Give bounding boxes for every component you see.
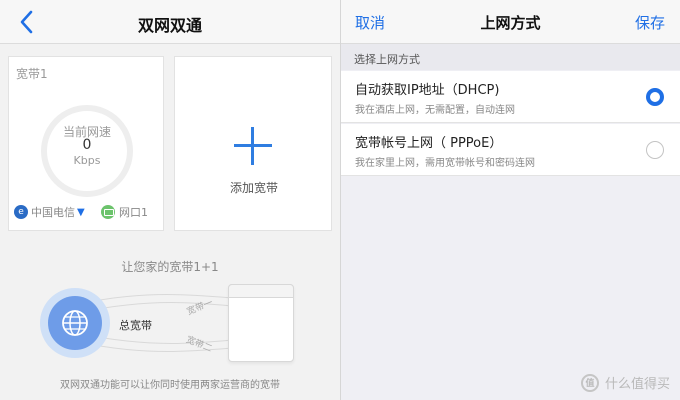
right-empty-area: [341, 177, 680, 400]
option-subtitle: 我在家里上网，需用宽带帐号和密码连网: [355, 158, 535, 169]
watermark-text: 什么值得买: [604, 377, 670, 392]
watermark-badge: 值: [580, 373, 599, 392]
right-nav-bar: 取消 上网方式 保存: [341, 0, 680, 44]
radio-selected-icon[interactable]: [646, 88, 664, 106]
watermark: 值 什么值得买: [580, 373, 670, 392]
connection-mode-title: 上网方式: [480, 14, 541, 32]
option-subtitle: 我在酒店上网，无需配置，自动连网: [355, 105, 515, 116]
total-broadband-label: 总宽带: [119, 319, 152, 332]
save-button[interactable]: 保存: [635, 12, 665, 33]
promo-description: 双网双通功能可以让你同时使用两家运营商的宽带: [60, 380, 280, 391]
option-pppoe[interactable]: 宽带帐号上网（ PPPoE） 我在家里上网，需用宽带帐号和密码连网: [341, 124, 680, 176]
option-title: 宽带帐号上网（ PPPoE）: [355, 136, 503, 151]
radio-unselected-icon[interactable]: [646, 141, 664, 159]
option-dhcp[interactable]: 自动获取IP地址（DHCP) 我在酒店上网，无需配置，自动连网: [341, 71, 680, 123]
section-header: 选择上网方式: [341, 44, 680, 70]
option-title: 自动获取IP地址（DHCP): [355, 83, 500, 98]
globe-icon: [62, 310, 88, 336]
router-top: [228, 284, 294, 298]
